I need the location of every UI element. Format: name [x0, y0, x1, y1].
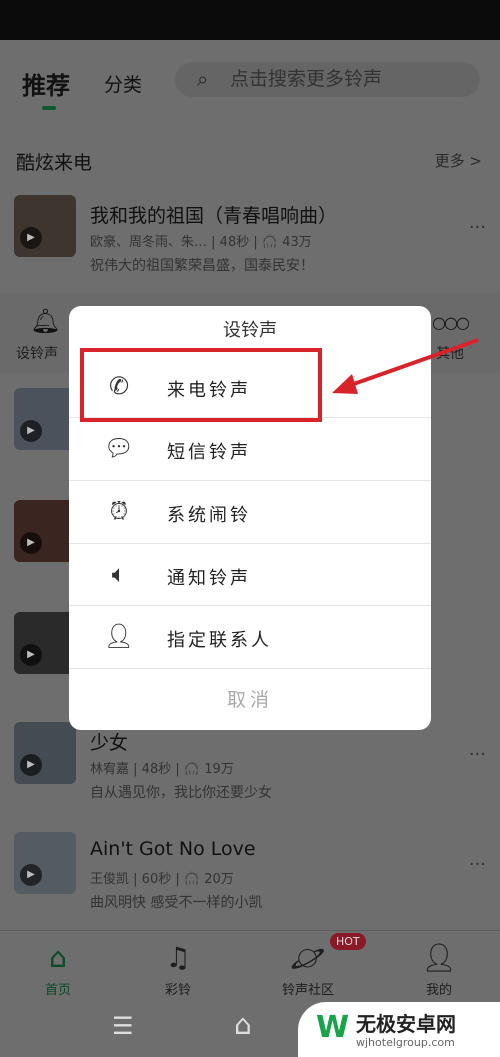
play-icon[interactable]: ▶ [20, 754, 42, 776]
speaker-icon: 🔈︎ [111, 560, 127, 588]
headphones-icon: 🎧 [261, 235, 279, 250]
nav-mine[interactable]: 👤︎ 我的 [399, 941, 479, 998]
alarm-icon: ⏰︎ [109, 497, 129, 525]
bell-icon[interactable]: 🔔︎ [30, 307, 60, 335]
cancel-button[interactable]: 取消 [69, 668, 431, 730]
song-title: 少女 [90, 732, 129, 754]
song-desc: 曲风明快 感受不一样的小凯 [90, 895, 263, 911]
headphones-icon: 🎧 [183, 872, 201, 887]
option-alarm[interactable]: ⏰︎ 系统闹铃 [69, 480, 431, 543]
song-meta: 林宥嘉 | 48秒 | 🎧 19万 [90, 762, 234, 777]
song-thumbnail: ▶ [14, 722, 76, 784]
other-icon[interactable]: ○○○ [432, 313, 470, 332]
set-ringtone-dialog: 设铃声 ✆ 来电铃声 💬︎ 短信铃声 ⏰︎ 系统闹铃 🔈︎ 通知铃声 👤︎ 指定联系人 取… [69, 306, 431, 730]
set-ringtone-action[interactable]: 设铃声 [16, 343, 58, 363]
list-item[interactable]: ▶ 少女 林宥嘉 | 48秒 | 🎧 19万 自从遇见你，我比你还要少女 ··· [0, 722, 500, 802]
list-item[interactable]: ▶ 我和我的祖国（青春唱响曲） 欧豪、周冬雨、朱… | 48秒 | 🎧 43万 … [0, 195, 500, 275]
more-icon[interactable]: ··· [469, 217, 486, 238]
more-icon[interactable]: ··· [469, 744, 486, 765]
status-bar [0, 0, 500, 40]
song-meta: 王俊凯 | 60秒 | 🎧 20万 [90, 872, 234, 887]
message-icon: 💬︎ [103, 434, 135, 462]
hot-badge: HOT [330, 933, 366, 950]
play-icon[interactable]: ▶ [20, 864, 42, 886]
nav-home[interactable]: ⌂ 首页 [18, 941, 98, 998]
list-item[interactable]: ▶ Ain't Got No Love 王俊凯 | 60秒 | 🎧 20万 曲风… [0, 832, 500, 912]
song-desc: 祝伟大的祖国繁荣昌盛，国泰民安！ [90, 258, 314, 274]
add-contact-icon: 👤︎ [103, 622, 135, 650]
section-title: 酷炫来电 [16, 152, 93, 174]
nav-color-ring[interactable]: ♫ 彩铃 [138, 941, 218, 998]
phone-icon: ✆ [108, 372, 130, 400]
home-button-icon[interactable]: ⌂ [234, 1008, 252, 1041]
headphones-icon: 🎧 [183, 762, 201, 777]
song-meta: 欧豪、周冬雨、朱… | 48秒 | 🎧 43万 [90, 235, 312, 250]
search-placeholder: 点击搜索更多铃声 [230, 68, 383, 90]
song-thumbnail: ▶ [14, 195, 76, 257]
search-icon: ⌕ [197, 67, 209, 91]
option-contact[interactable]: 👤︎ 指定联系人 [69, 605, 431, 668]
option-incoming-call[interactable]: ✆ 来电铃声 [69, 356, 431, 419]
other-action[interactable]: 其他 [436, 343, 464, 363]
play-icon[interactable]: ▶ [20, 227, 42, 249]
tab-category[interactable]: 分类 [104, 70, 142, 97]
search-input[interactable]: ⌕ 点击搜索更多铃声 [175, 62, 480, 97]
song-title: 我和我的祖国（青春唱响曲） [90, 205, 338, 227]
music-note-icon: ♫ [165, 941, 191, 974]
song-title: Ain't Got No Love [90, 838, 256, 860]
song-desc: 自从遇见你，我比你还要少女 [90, 785, 272, 801]
option-sms[interactable]: 💬︎ 短信铃声 [69, 417, 431, 480]
home-icon: ⌂ [49, 941, 67, 974]
tab-recommend[interactable]: 推荐 [22, 66, 70, 101]
more-link[interactable]: 更多 > [435, 150, 482, 171]
watermark: W 无极安卓网 wjhotelgroup.com [298, 1002, 500, 1057]
dialog-title: 设铃声 [223, 320, 277, 341]
song-thumbnail: ▶ [14, 832, 76, 894]
menu-icon[interactable]: ☰ [112, 1012, 134, 1040]
tab-indicator [42, 106, 56, 110]
more-icon[interactable]: ··· [469, 854, 486, 875]
bottom-nav: ⌂ 首页 ♫ 彩铃 🪐︎ 铃声社区 HOT 👤︎ 我的 [0, 930, 500, 1000]
watermark-logo: W [316, 1010, 350, 1045]
user-icon: 👤︎ [421, 941, 457, 974]
option-notification[interactable]: 🔈︎ 通知铃声 [69, 543, 431, 606]
